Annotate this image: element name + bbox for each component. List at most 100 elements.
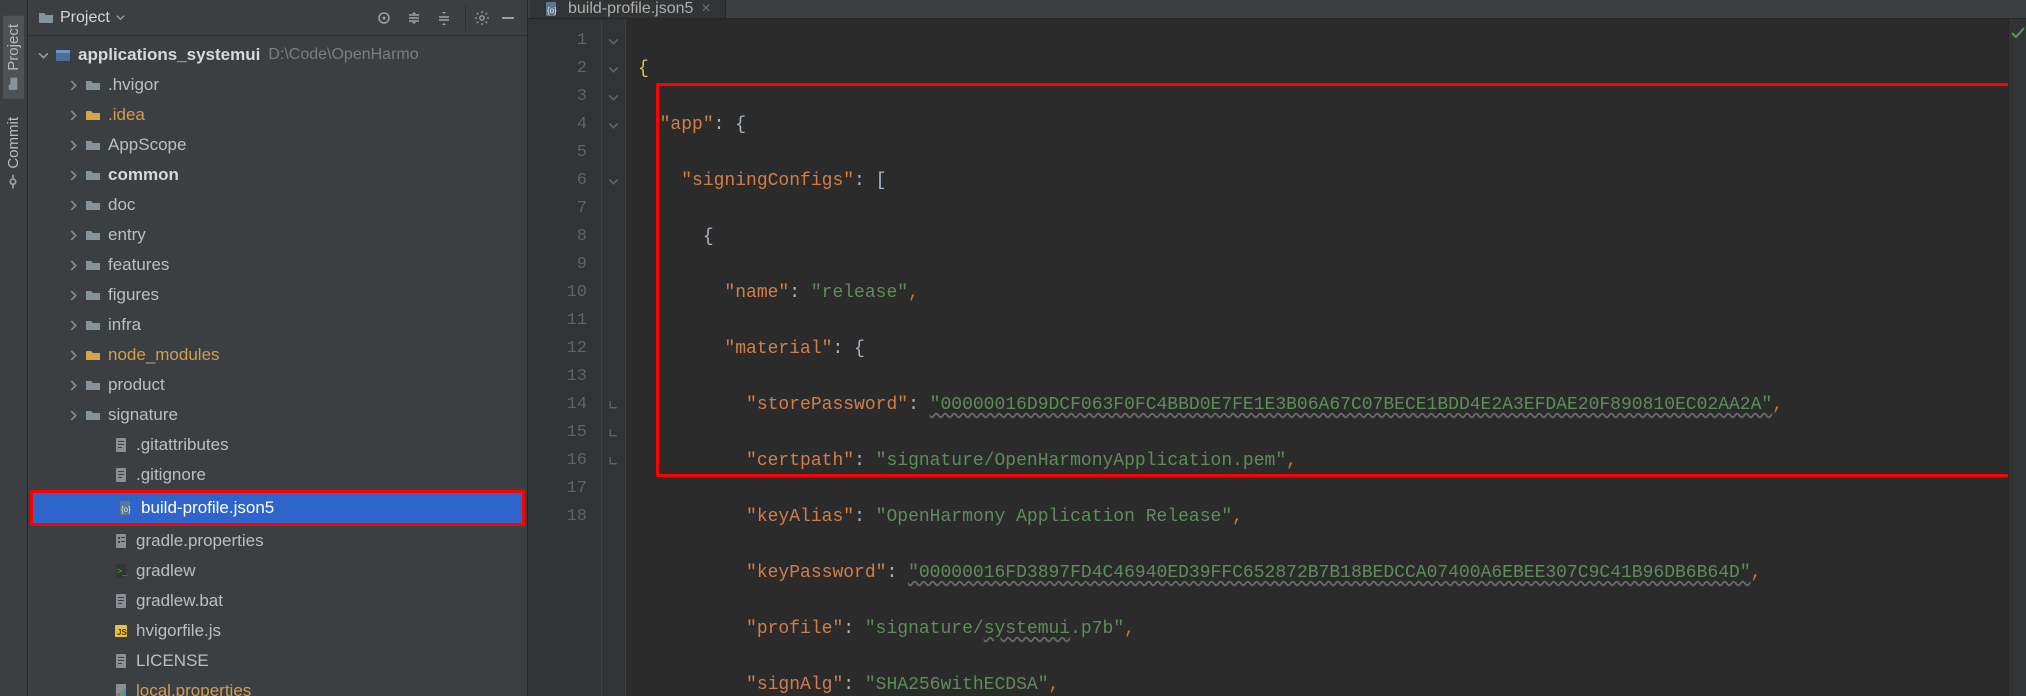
collapse-all-button[interactable] bbox=[431, 5, 457, 31]
chevron-right-icon bbox=[64, 110, 82, 121]
tree-folder[interactable]: .idea bbox=[28, 100, 527, 130]
chevron-right-icon bbox=[64, 290, 82, 301]
folder-icon bbox=[82, 77, 104, 93]
svg-text:{o}: {o} bbox=[121, 505, 131, 514]
fold-toggle[interactable] bbox=[602, 27, 625, 55]
left-tool-strip: Project Commit bbox=[0, 0, 28, 696]
file-icon bbox=[110, 437, 132, 453]
file-icon: JS bbox=[110, 623, 132, 639]
tree-file[interactable]: LICENSE bbox=[28, 646, 527, 676]
svg-text:{o}: {o} bbox=[547, 6, 557, 15]
annotation-highlight-tree: {o} build-profile.json5 bbox=[30, 490, 525, 526]
tree-folder[interactable]: entry bbox=[28, 220, 527, 250]
folder-icon bbox=[82, 197, 104, 213]
code-editor[interactable]: { "app": { "signingConfigs": [ { "name":… bbox=[626, 19, 2008, 696]
file-icon: >_ bbox=[110, 563, 132, 579]
folder-icon bbox=[38, 10, 54, 26]
tree-file[interactable]: .gitignore bbox=[28, 460, 527, 490]
tree-root[interactable]: applications_systemui D:\Code\OpenHarmo bbox=[28, 40, 527, 70]
editor-tabs: {o} build-profile.json5 × bbox=[528, 0, 2026, 19]
fold-end bbox=[602, 391, 625, 419]
line-number: 2 bbox=[528, 55, 587, 83]
tree-file[interactable]: .gitattributes bbox=[28, 430, 527, 460]
chevron-right-icon bbox=[64, 260, 82, 271]
fold-toggle[interactable] bbox=[602, 111, 625, 139]
gear-icon bbox=[474, 10, 490, 26]
tree-file[interactable]: local.properties bbox=[28, 676, 527, 696]
left-tab-project[interactable]: Project bbox=[3, 16, 24, 99]
tree-file[interactable]: JShvigorfile.js bbox=[28, 616, 527, 646]
expand-all-button[interactable] bbox=[401, 5, 427, 31]
file-icon bbox=[110, 653, 132, 669]
line-number: 4 bbox=[528, 111, 587, 139]
tree-file[interactable]: gradle.properties bbox=[28, 526, 527, 556]
tree-item-label: infra bbox=[104, 315, 141, 335]
fold-toggle[interactable] bbox=[602, 55, 625, 83]
folder-icon bbox=[82, 317, 104, 333]
fold-toggle[interactable] bbox=[602, 167, 625, 195]
tree-item-label: signature bbox=[104, 405, 178, 425]
tree-item-label: gradle.properties bbox=[132, 531, 264, 551]
tree-file[interactable]: >_gradlew bbox=[28, 556, 527, 586]
line-number: 15 bbox=[528, 419, 587, 447]
settings-button[interactable] bbox=[465, 5, 491, 31]
tree-folder[interactable]: signature bbox=[28, 400, 527, 430]
folder-icon bbox=[82, 377, 104, 393]
left-tab-commit[interactable]: Commit bbox=[3, 109, 24, 197]
project-tree[interactable]: applications_systemui D:\Code\OpenHarmo … bbox=[28, 36, 527, 696]
tree-folder[interactable]: AppScope bbox=[28, 130, 527, 160]
tree-file[interactable]: {o} build-profile.json5 bbox=[33, 493, 522, 523]
tree-folder[interactable]: node_modules bbox=[28, 340, 527, 370]
tree-folder[interactable]: doc bbox=[28, 190, 527, 220]
minus-icon bbox=[500, 10, 516, 26]
folder-icon bbox=[82, 287, 104, 303]
tree-item-label: local.properties bbox=[132, 681, 251, 696]
folder-icon bbox=[82, 347, 104, 363]
hide-button[interactable] bbox=[495, 5, 521, 31]
folder-icon bbox=[82, 137, 104, 153]
tree-folder[interactable]: common bbox=[28, 160, 527, 190]
locate-button[interactable] bbox=[371, 5, 397, 31]
analysis-strip bbox=[2008, 19, 2026, 696]
line-number: 18 bbox=[528, 503, 587, 531]
left-tab-commit-label: Commit bbox=[5, 117, 22, 169]
line-number: 14 bbox=[528, 391, 587, 419]
commit-icon bbox=[7, 174, 21, 188]
chevron-right-icon bbox=[64, 350, 82, 361]
tree-file[interactable]: gradlew.bat bbox=[28, 586, 527, 616]
tree-item-label: .gitattributes bbox=[132, 435, 229, 455]
tree-folder[interactable]: features bbox=[28, 250, 527, 280]
svg-text:JS: JS bbox=[117, 628, 127, 637]
line-number: 1 bbox=[528, 27, 587, 55]
close-icon[interactable]: × bbox=[701, 0, 710, 18]
tree-root-path: D:\Code\OpenHarmo bbox=[260, 46, 418, 64]
fold-toggle[interactable] bbox=[602, 83, 625, 111]
fold-strip bbox=[602, 19, 626, 696]
tree-item-label: build-profile.json5 bbox=[137, 498, 274, 518]
file-icon bbox=[110, 683, 132, 696]
chevron-right-icon bbox=[64, 80, 82, 91]
tree-folder[interactable]: product bbox=[28, 370, 527, 400]
line-gutter[interactable]: 1 2 3 4 5 6 7 8 9 10 11 12 13 14 15 16 1… bbox=[528, 19, 602, 696]
file-icon bbox=[110, 593, 132, 609]
tree-root-label: applications_systemui bbox=[74, 45, 260, 65]
folder-icon bbox=[82, 167, 104, 183]
tree-item-label: gradlew.bat bbox=[132, 591, 223, 611]
chevron-down-icon bbox=[34, 50, 52, 61]
tree-item-label: figures bbox=[104, 285, 159, 305]
chevron-right-icon bbox=[64, 140, 82, 151]
editor-tab-build-profile[interactable]: {o} build-profile.json5 × bbox=[530, 0, 726, 18]
tree-folder[interactable]: figures bbox=[28, 280, 527, 310]
line-number: 3 bbox=[528, 83, 587, 111]
json-file-icon: {o} bbox=[544, 1, 560, 17]
editor-area: {o} build-profile.json5 × 1 2 3 4 5 6 7 … bbox=[528, 0, 2026, 696]
line-number: 10 bbox=[528, 279, 587, 307]
tree-item-label: node_modules bbox=[104, 345, 220, 365]
tree-folder[interactable]: infra bbox=[28, 310, 527, 340]
tree-folder[interactable]: .hvigor bbox=[28, 70, 527, 100]
sidebar-title[interactable]: Project bbox=[34, 9, 129, 27]
tree-item-label: features bbox=[104, 255, 169, 275]
fold-end bbox=[602, 419, 625, 447]
chevron-right-icon bbox=[64, 170, 82, 181]
tree-item-label: product bbox=[104, 375, 165, 395]
